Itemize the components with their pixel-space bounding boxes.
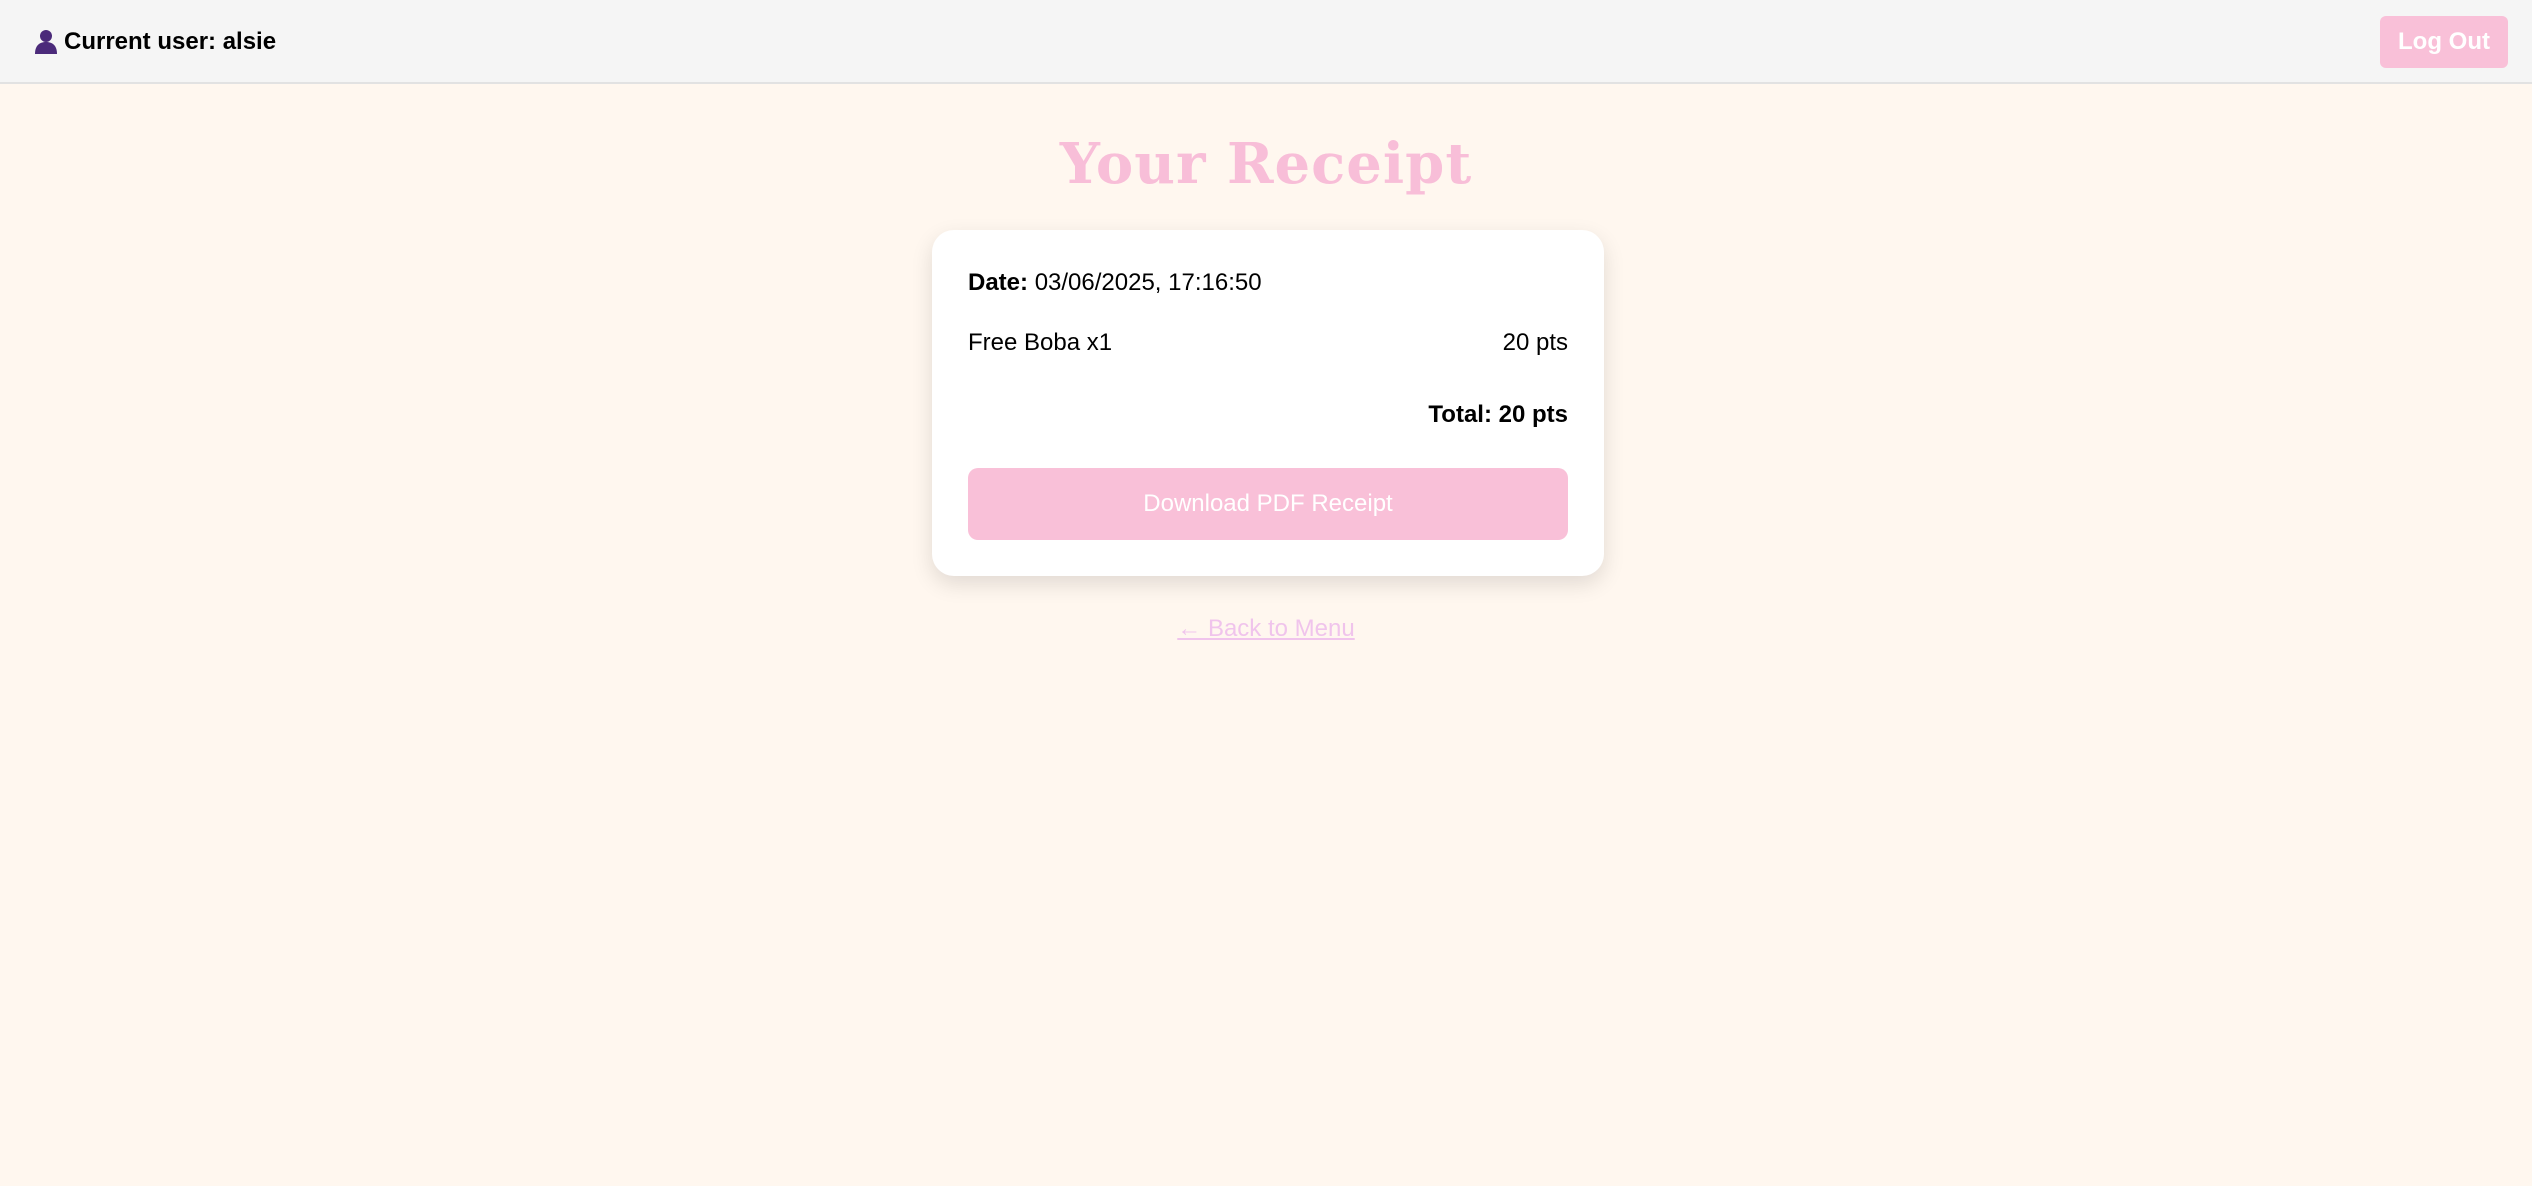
receipt-card: Date: 03/06/2025, 17:16:50 Free Boba x1 … bbox=[932, 230, 1604, 576]
current-user-label: Current user: alsie bbox=[64, 28, 277, 55]
receipt-item-name: Free Boba x1 bbox=[968, 329, 1113, 356]
receipt-total: Total: 20 pts bbox=[1428, 401, 1568, 428]
top-bar: Current user: alsie Log Out bbox=[0, 0, 2532, 84]
date-value: 03/06/2025, 17:16:50 bbox=[1034, 269, 1262, 296]
current-user-info: Current user: alsie bbox=[34, 26, 276, 58]
logout-button[interactable]: Log Out bbox=[2380, 16, 2508, 68]
back-link-container: ← Back to Menu bbox=[0, 614, 2532, 644]
page-title: Your Receipt bbox=[1059, 131, 1473, 197]
back-to-menu-link[interactable]: ← Back to Menu bbox=[1177, 615, 1354, 642]
receipt-item-points: 20 pts bbox=[1502, 329, 1568, 356]
date-label: Date: bbox=[968, 269, 1029, 296]
download-pdf-button[interactable]: Download PDF Receipt bbox=[968, 468, 1568, 540]
receipt-date: Date: 03/06/2025, 17:16:50 bbox=[968, 268, 1262, 298]
user-icon bbox=[34, 29, 58, 55]
receipt-item-row: Free Boba x1 20 pts bbox=[968, 328, 1568, 358]
